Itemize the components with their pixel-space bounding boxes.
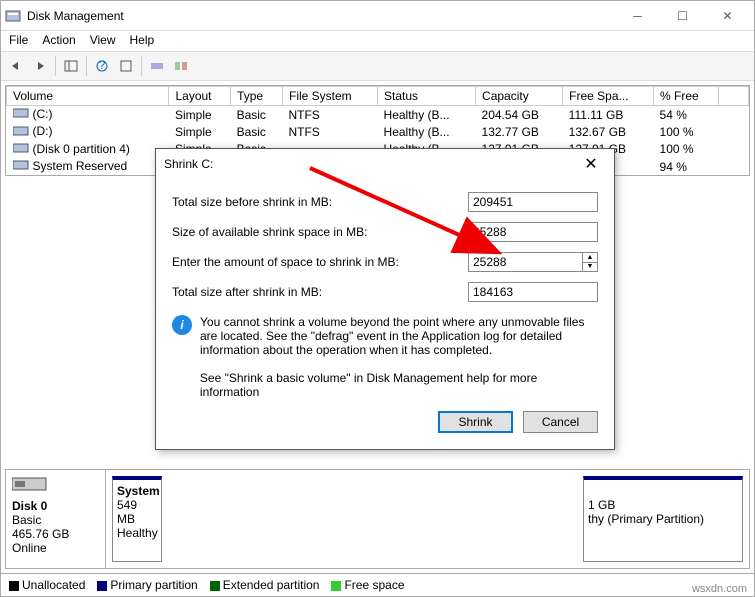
disk-label: Disk 0 [12,499,99,513]
toolbar: ? [1,51,754,81]
dialog-title: Shrink C: [164,157,576,171]
col-layout[interactable]: Layout [169,87,231,106]
available-field: 25288 [468,222,598,242]
disk-type: Basic [12,513,99,527]
toolbar-btn-2[interactable] [115,55,137,77]
help-button[interactable]: ? [91,55,113,77]
shrink-amount-label: Enter the amount of space to shrink in M… [172,255,468,269]
info-text-1: You cannot shrink a volume beyond the po… [200,315,598,357]
titlebar: Disk Management ─ ☐ ✕ [1,1,754,31]
maximize-button[interactable]: ☐ [660,1,705,31]
legend-unallocated: Unallocated [22,578,85,592]
total-after-label: Total size after shrink in MB: [172,285,468,299]
info-text-2: See "Shrink a basic volume" in Disk Mana… [200,371,598,399]
menu-action[interactable]: Action [42,33,75,49]
spin-up[interactable]: ▲ [583,253,597,263]
disk-size: 465.76 GB [12,527,99,541]
shrink-dialog: Shrink C: ✕ Total size before shrink in … [155,148,615,450]
back-button[interactable] [5,55,27,77]
menu-file[interactable]: File [9,33,28,49]
watermark: wsxdn.com [692,583,747,595]
menubar: File Action View Help [1,31,754,51]
disk-status: Online [12,541,99,555]
partition-system[interactable]: System 549 MB Healthy [112,476,162,562]
dialog-close-button[interactable]: ✕ [576,149,606,179]
menu-view[interactable]: View [90,33,116,49]
col-free[interactable]: Free Spa... [563,87,654,106]
col-pct[interactable]: % Free [654,87,719,106]
toolbar-btn-1[interactable] [60,55,82,77]
total-before-label: Total size before shrink in MB: [172,195,468,209]
shrink-amount-input[interactable]: 25288 [468,252,583,272]
minimize-button[interactable]: ─ [615,1,660,31]
col-fs[interactable]: File System [282,87,377,106]
col-volume[interactable]: Volume [7,87,169,106]
legend-extended: Extended partition [223,578,320,592]
available-label: Size of available shrink space in MB: [172,225,468,239]
legend-primary: Primary partition [110,578,197,592]
cancel-button[interactable]: Cancel [523,411,598,433]
disk-info[interactable]: Disk 0 Basic 465.76 GB Online [6,470,106,568]
toolbar-btn-3[interactable] [146,55,168,77]
col-status[interactable]: Status [378,87,476,106]
info-icon: i [172,315,192,335]
table-row[interactable]: (D:)SimpleBasicNTFSHealthy (B...132.77 G… [7,123,749,140]
app-icon [5,8,21,24]
legend: Unallocated Primary partition Extended p… [1,573,754,596]
disk-icon [12,476,48,492]
svg-text:?: ? [99,60,106,72]
toolbar-btn-4[interactable] [170,55,192,77]
disk-panel: Disk 0 Basic 465.76 GB Online System 549… [5,469,750,569]
menu-help[interactable]: Help [130,33,155,49]
total-before-field: 209451 [468,192,598,212]
col-type[interactable]: Type [231,87,283,106]
col-capacity[interactable]: Capacity [476,87,563,106]
shrink-button[interactable]: Shrink [438,411,513,433]
legend-free: Free space [344,578,404,592]
spin-down[interactable]: ▼ [583,263,597,272]
total-after-field: 184163 [468,282,598,302]
close-button[interactable]: ✕ [705,1,750,31]
partition-last[interactable]: 1 GB thy (Primary Partition) [583,476,743,562]
window-title: Disk Management [27,9,615,23]
forward-button[interactable] [29,55,51,77]
table-row[interactable]: (C:)SimpleBasicNTFSHealthy (B...204.54 G… [7,106,749,124]
dialog-titlebar[interactable]: Shrink C: ✕ [156,149,614,179]
